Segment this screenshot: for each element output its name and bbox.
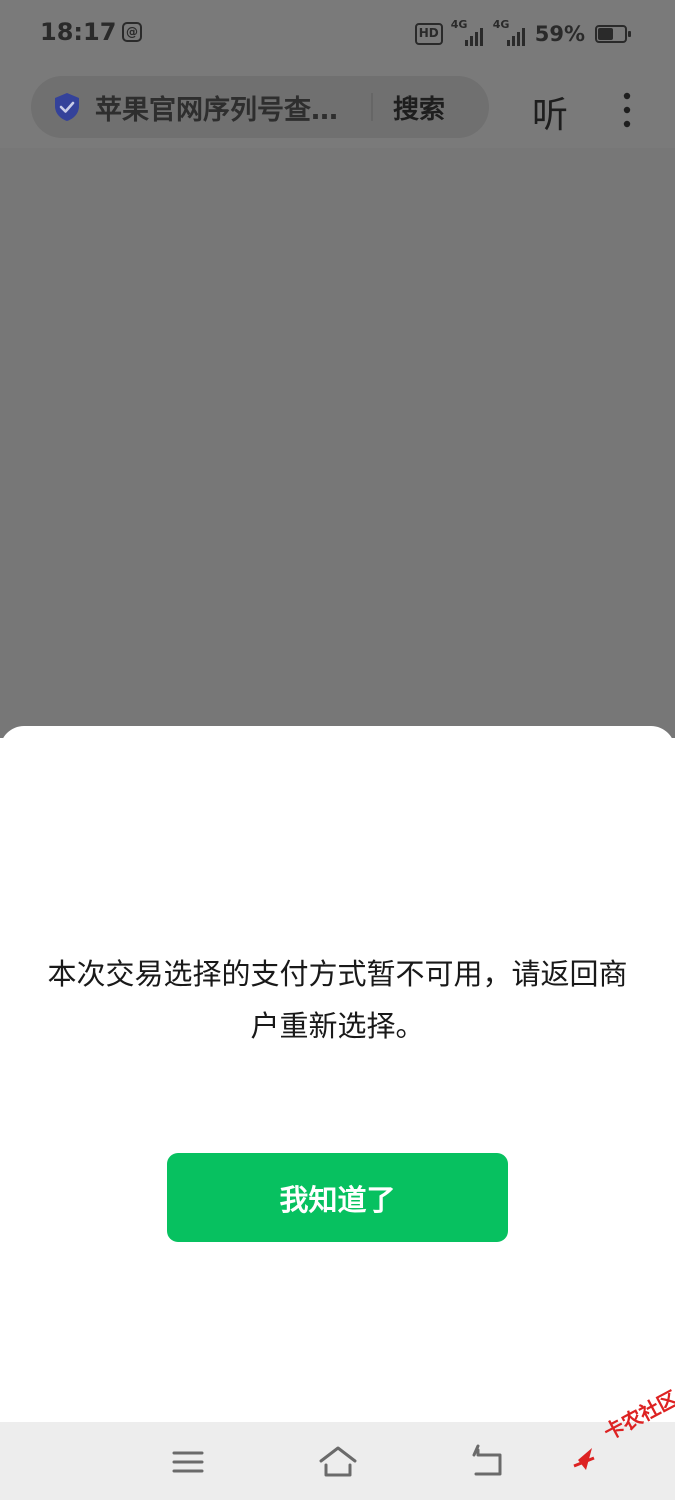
menu-icon[interactable] <box>170 1444 206 1480</box>
battery-level-fill <box>598 28 613 40</box>
signal-icon-2: 4G <box>493 18 527 46</box>
shield-check-icon <box>55 93 79 121</box>
home-icon[interactable] <box>318 1444 358 1480</box>
dim-overlay[interactable] <box>0 148 675 738</box>
battery-icon <box>595 25 631 43</box>
hd-voice-icon: HD <box>414 23 443 45</box>
browser-toolbar: 苹果官网序列号查… 搜索 听 <box>0 68 675 149</box>
status-indicators: HD 4G 4G 59% <box>414 18 631 48</box>
status-time: 18:17 <box>40 18 117 46</box>
battery-percent: 59% <box>534 22 585 46</box>
address-text[interactable]: 苹果官网序列号查… <box>95 88 357 127</box>
network-type-1: 4G <box>450 18 468 31</box>
dialog-message: 本次交易选择的支付方式暂不可用，请返回商户重新选择。 <box>47 957 628 1043</box>
search-button[interactable]: 搜索 <box>393 89 445 126</box>
listen-button[interactable]: 听 <box>532 86 568 138</box>
address-bar[interactable]: 苹果官网序列号查… 搜索 <box>31 76 489 138</box>
confirm-button[interactable]: 我知道了 <box>167 1153 508 1242</box>
at-notification-icon: @ <box>122 22 142 42</box>
back-icon[interactable] <box>470 1444 506 1480</box>
status-bar: 18:17 @ HD 4G 4G 59% <box>0 0 675 68</box>
signal-icon-1: 4G <box>451 18 485 46</box>
more-vertical-icon[interactable] <box>614 90 640 130</box>
network-type-2: 4G <box>492 18 510 31</box>
payment-unavailable-sheet: 本次交易选择的支付方式暂不可用，请返回商户重新选择。 我知道了 <box>0 726 675 1422</box>
address-divider <box>371 93 373 121</box>
